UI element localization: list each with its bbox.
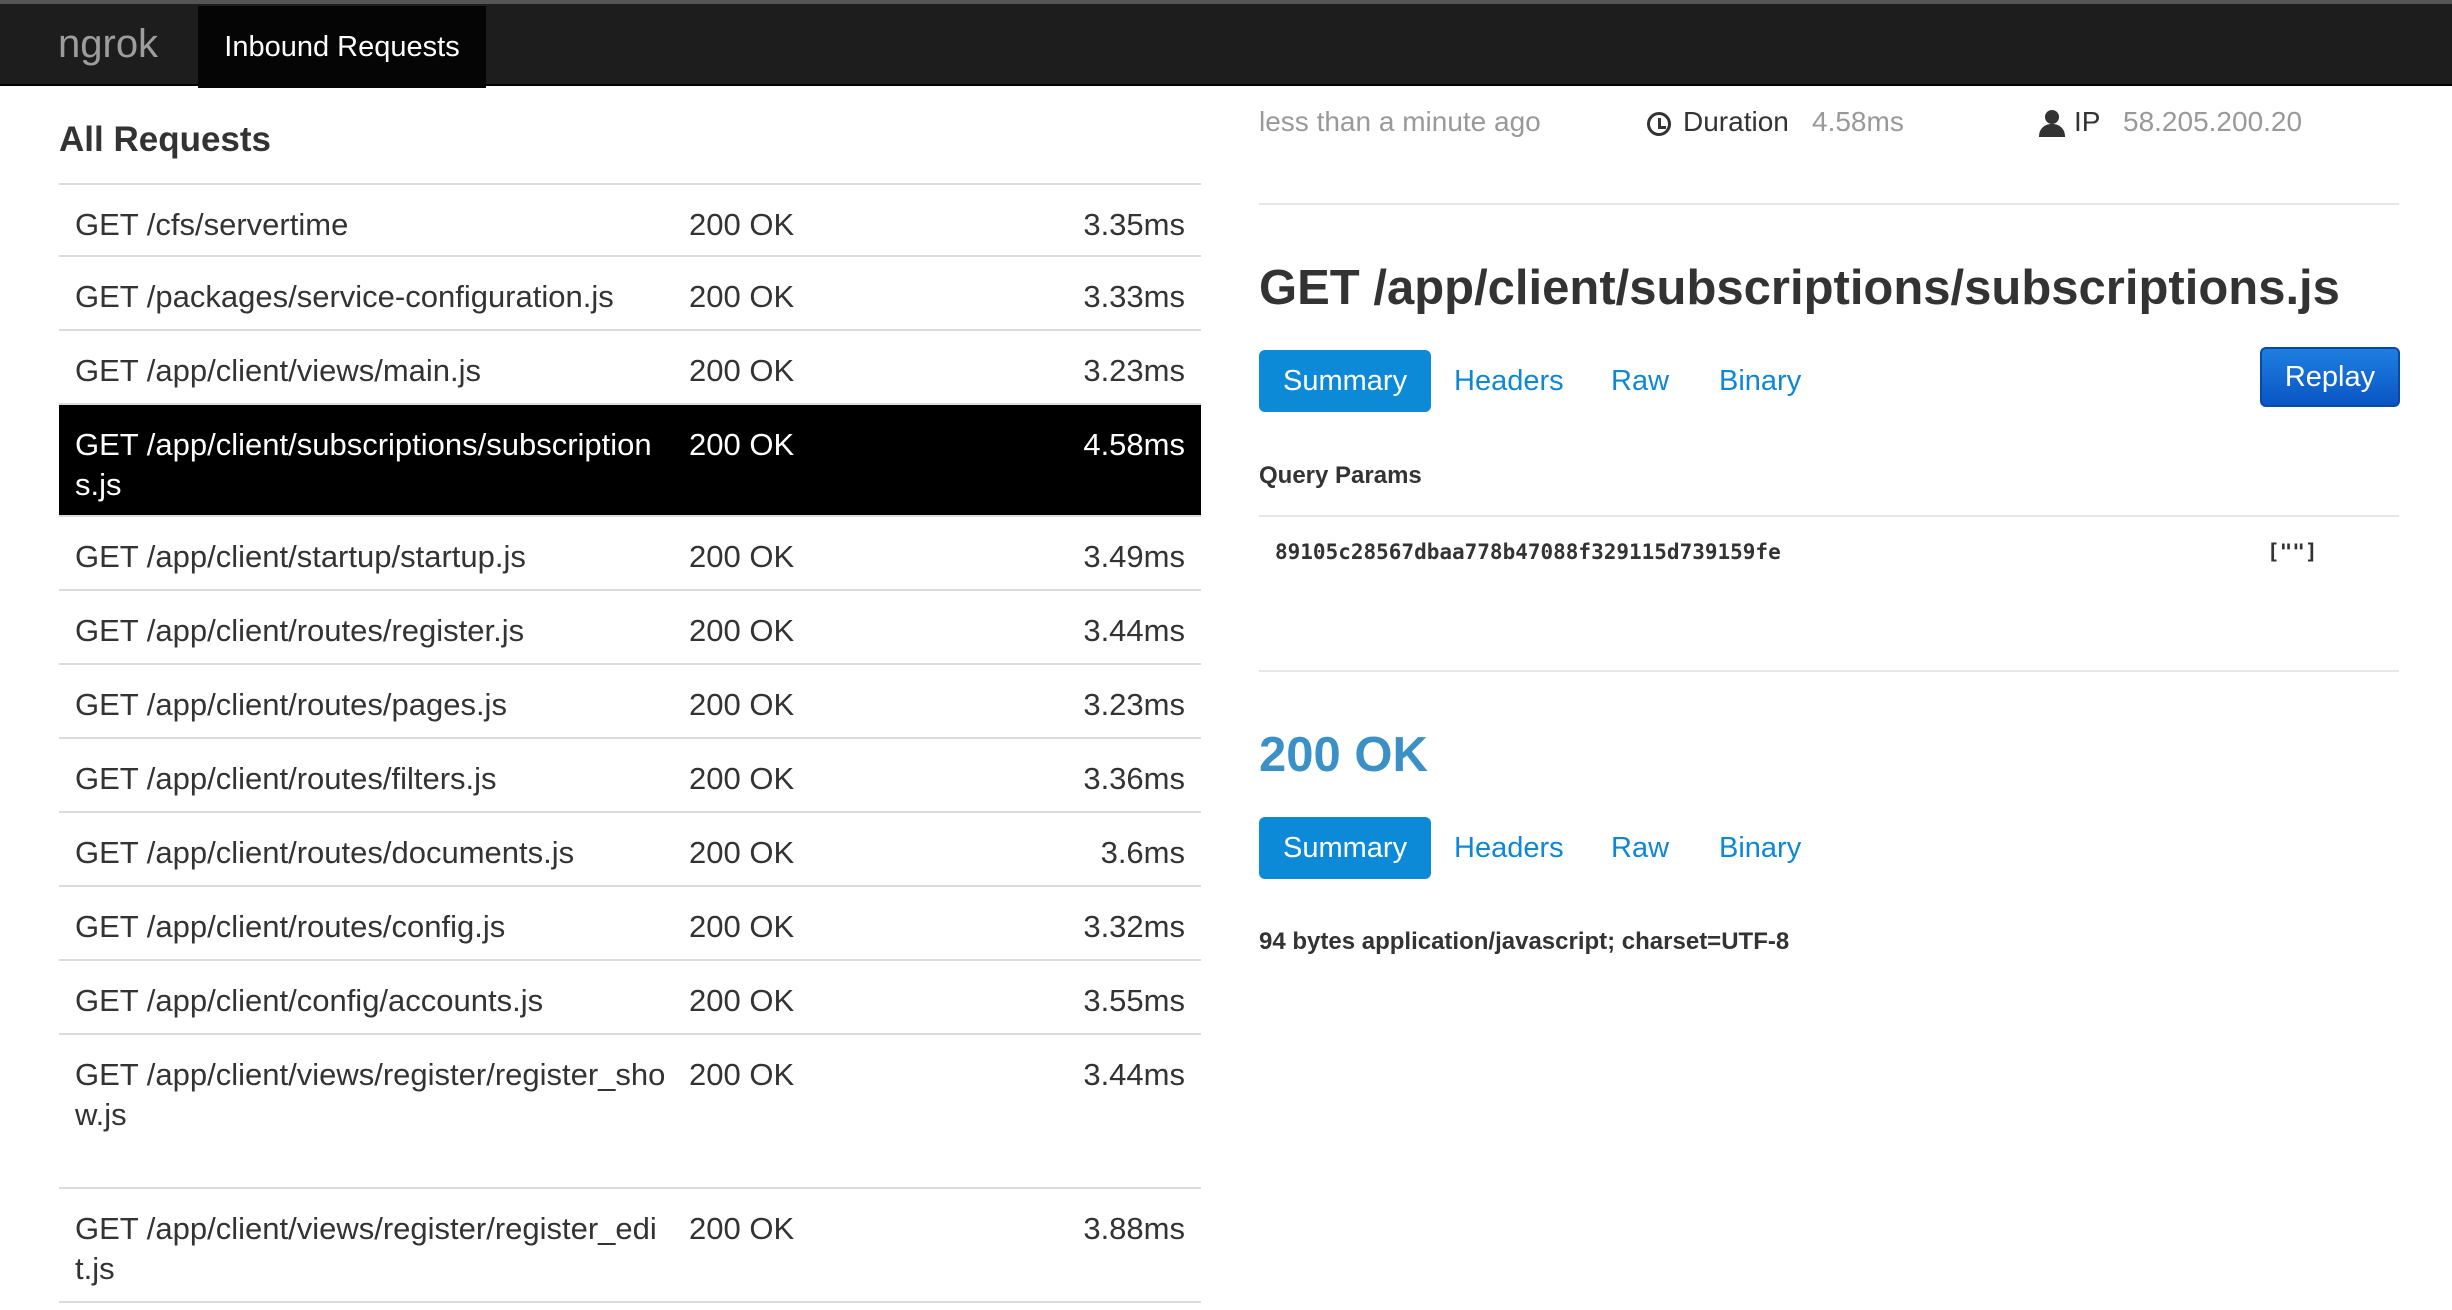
request-path: GET /app/client/routes/config.js <box>75 909 506 944</box>
request-path: GET /packages/service-configuration.js <box>75 279 614 314</box>
request-path: GET /app/client/subscriptions/subscripti… <box>75 427 652 502</box>
tab-request-raw[interactable]: Raw <box>1611 350 1669 412</box>
requests-heading: All Requests <box>59 120 271 159</box>
request-path: GET /cfs/servertime <box>75 207 349 242</box>
tab-request-binary[interactable]: Binary <box>1719 350 1801 412</box>
request-status: 200 OK <box>689 761 795 796</box>
request-status: 200 OK <box>689 1211 795 1246</box>
table-row[interactable]: GET /app/client/subscriptions/subscripti… <box>59 405 1201 517</box>
request-duration: 3.44ms <box>1083 1057 1185 1092</box>
request-duration: 3.32ms <box>1083 909 1185 944</box>
table-row[interactable]: GET /app/client/routes/register.js 200 OK… <box>59 591 1201 665</box>
request-path: GET /app/client/config/accounts.js <box>75 983 544 1018</box>
request-meta: less than a minute ago Duration 4.58ms I… <box>1259 106 2399 146</box>
table-row[interactable]: GET /app/client/startup/startup.js 200 OK… <box>59 517 1201 591</box>
query-params-label: Query Params <box>1259 462 1422 489</box>
request-path: GET /app/client/routes/register.js <box>75 613 525 648</box>
query-param-key: 89105c28567dbaa778b47088f329115d739159fe <box>1275 540 1781 564</box>
request-path: GET /app/client/routes/pages.js <box>75 687 507 722</box>
table-row[interactable]: GET /app/client/views/register/register_… <box>59 1189 1201 1303</box>
request-path: GET /app/client/views/register/register_… <box>75 1211 657 1286</box>
request-status: 200 OK <box>689 539 795 574</box>
request-duration: 3.6ms <box>1100 835 1185 870</box>
duration-value: 4.58ms <box>1812 106 1904 137</box>
request-path: GET /app/client/startup/startup.js <box>75 539 526 574</box>
divider <box>1259 670 2399 672</box>
response-summary: 94 bytes application/javascript; charset… <box>1259 928 1790 955</box>
table-row[interactable]: GET /app/client/routes/config.js 200 OK 3.… <box>59 887 1201 961</box>
divider <box>1259 515 2399 517</box>
request-path: GET /app/client/views/main.js <box>75 353 482 388</box>
request-duration: 3.23ms <box>1083 687 1185 722</box>
table-row[interactable]: GET /packages/service-configuration.js 20… <box>59 257 1201 331</box>
request-duration: 3.88ms <box>1083 1211 1185 1246</box>
tab-response-binary[interactable]: Binary <box>1719 817 1801 879</box>
request-status: 200 OK <box>689 835 795 870</box>
tab-response-raw[interactable]: Raw <box>1611 817 1669 879</box>
response-status: 200 OK <box>1259 728 1428 782</box>
ip-value: 58.205.200.20 <box>2123 106 2303 137</box>
response-tabs: Summary Headers Raw Binary <box>1259 817 2159 879</box>
table-row[interactable]: GET /app/client/routes/filters.js 200 OK 3… <box>59 739 1201 813</box>
request-status: 200 OK <box>689 687 795 722</box>
request-status: 200 OK <box>689 427 795 462</box>
request-path: GET /app/client/routes/documents.js <box>75 835 575 870</box>
tab-response-summary[interactable]: Summary <box>1259 817 1432 879</box>
request-duration: 3.49ms <box>1083 539 1185 574</box>
table-row[interactable]: GET /app/client/config/accounts.js 200 OK… <box>59 961 1201 1035</box>
table-row[interactable]: GET /app/client/routes/documents.js 200 O… <box>59 813 1201 887</box>
request-status: 200 OK <box>689 279 795 314</box>
duration-label: Duration <box>1683 106 1789 137</box>
query-param-row: 89105c28567dbaa778b47088f329115d739159fe… <box>1259 540 2399 570</box>
request-path: GET /app/client/routes/filters.js <box>75 761 497 796</box>
request-status: 200 OK <box>689 613 795 648</box>
request-status: 200 OK <box>689 909 795 944</box>
request-title: GET /app/client/subscriptions/subscripti… <box>1259 261 2340 315</box>
tab-request-summary[interactable]: Summary <box>1259 350 1432 412</box>
tab-inbound-requests[interactable]: Inbound Requests <box>198 6 486 88</box>
request-duration: 3.33ms <box>1083 279 1185 314</box>
table-row[interactable]: GET /app/client/routes/pages.js 200 OK 3.2… <box>59 665 1201 739</box>
request-status: 200 OK <box>689 983 795 1018</box>
table-row[interactable]: GET /app/client/views/register/register_… <box>59 1035 1201 1189</box>
request-duration: 3.44ms <box>1083 613 1185 648</box>
time-ago: less than a minute ago <box>1259 106 1541 137</box>
request-duration: 3.36ms <box>1083 761 1185 796</box>
query-param-value: [""] <box>2267 540 2318 564</box>
request-status: 200 OK <box>689 353 795 388</box>
request-status: 200 OK <box>689 207 795 242</box>
request-duration: 3.23ms <box>1083 353 1185 388</box>
request-path: GET /app/client/views/register/register_… <box>75 1057 666 1132</box>
ip-label: IP <box>2074 106 2101 137</box>
divider <box>1259 203 2399 205</box>
replay-button[interactable]: Replay <box>2260 347 2400 407</box>
requests-table: GET /cfs/servertime 200 OK 3.35ms GET /pack… <box>59 183 1201 1303</box>
brand-logo[interactable]: ngrok <box>58 22 158 67</box>
request-status: 200 OK <box>689 1057 795 1092</box>
request-duration: 3.55ms <box>1083 983 1185 1018</box>
request-duration: 3.35ms <box>1083 207 1185 242</box>
tab-request-headers[interactable]: Headers <box>1454 350 1564 412</box>
request-duration: 4.58ms <box>1083 427 1185 462</box>
table-row[interactable]: GET /app/client/views/main.js 200 OK 3.23m… <box>59 331 1201 405</box>
tab-response-headers[interactable]: Headers <box>1454 817 1564 879</box>
request-tabs: Summary Headers Raw Binary <box>1259 350 2159 412</box>
top-navbar: ngrok Inbound Requests <box>0 0 2452 88</box>
table-row[interactable]: GET /cfs/servertime 200 OK 3.35ms <box>59 185 1201 257</box>
